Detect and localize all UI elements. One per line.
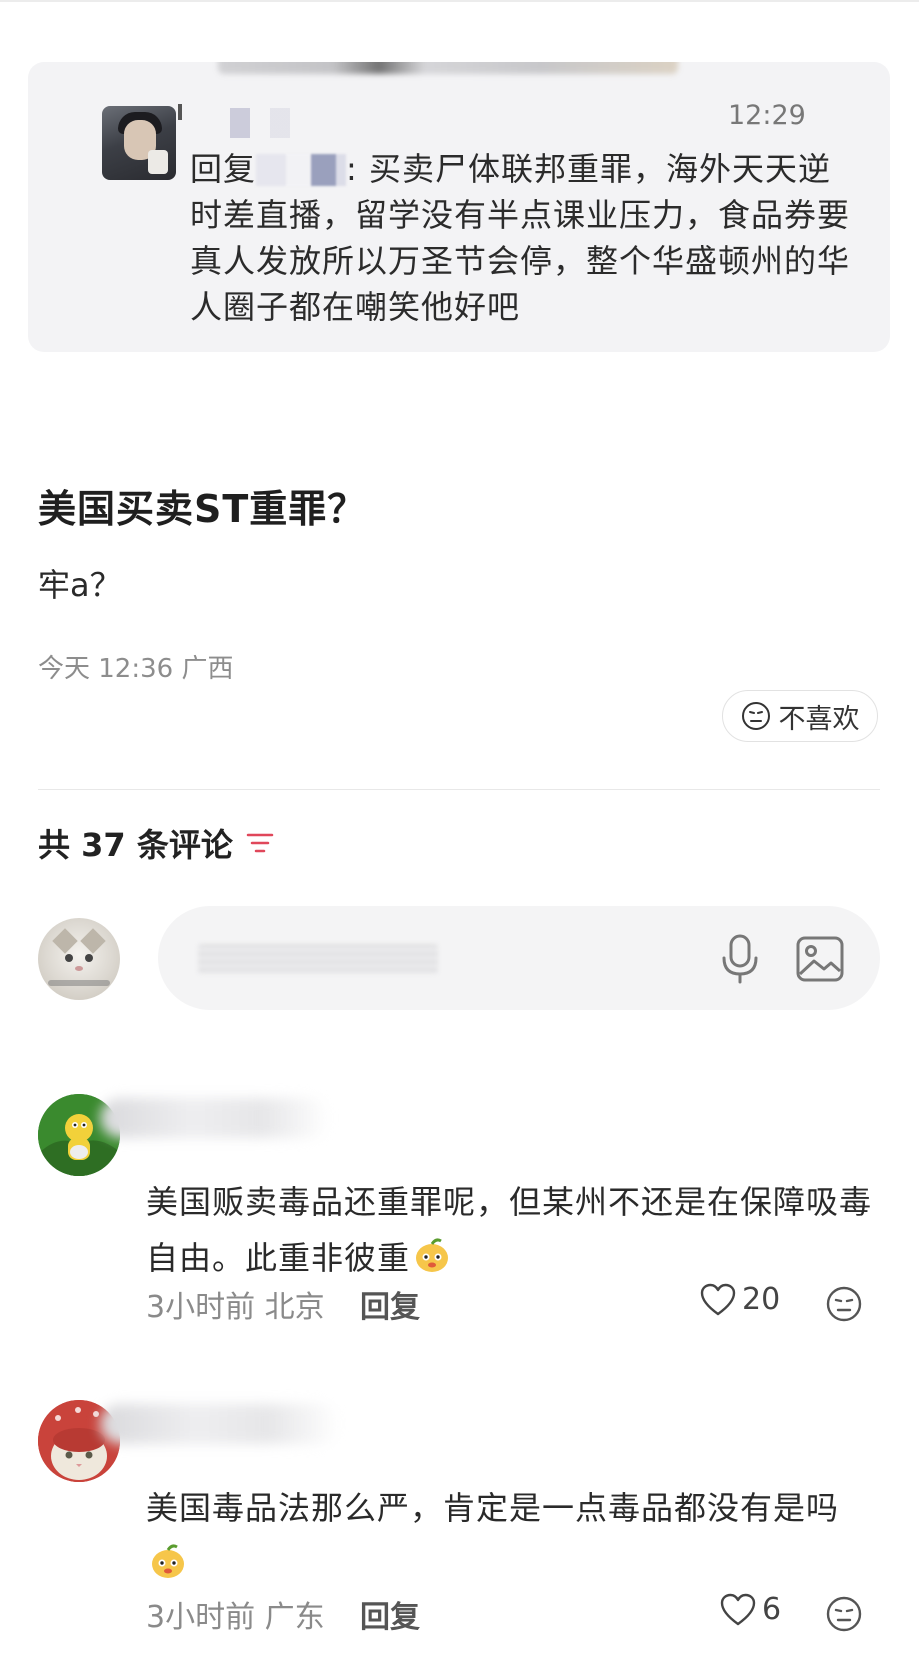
microphone-icon[interactable] [714, 932, 766, 986]
heart-icon [700, 1283, 736, 1315]
quoted-message-time: 12:29 [728, 100, 806, 131]
mango-emoji-icon [416, 1238, 449, 1272]
dislike-face-icon[interactable] [826, 1286, 862, 1322]
quoted-message-text: 回复: 买卖尸体联邦重罪，海外天天逆时差直播，留学没有半点课业压力，食品券要真人… [190, 146, 850, 330]
comment-time-location: 3小时前 广东 [146, 1600, 325, 1635]
quoted-screenshot-card: 12:29 回复: 买卖尸体联邦重罪，海外天天逆时差直播，留学没有半点课业压力，… [28, 62, 890, 352]
post-title: 美国买卖ST重罪？ [38, 487, 367, 531]
dislike-face-icon[interactable] [826, 1596, 862, 1632]
post-body: 牢a？ [38, 566, 122, 604]
comment-input-placeholder [198, 944, 438, 974]
mango-emoji-icon [152, 1544, 184, 1578]
comment-text: 美国贩卖毒品还重罪呢，但某州不还是在保障吸毒自由。此重非彼重 [146, 1174, 876, 1286]
post-meta: 今天 12:36 广西 [38, 654, 234, 684]
like-count: 6 [762, 1592, 782, 1627]
comments-header: 共 37 条评论 [38, 820, 275, 866]
like-button[interactable]: 20 [700, 1282, 780, 1317]
previous-message-fragment [218, 62, 678, 74]
dislike-label: 不喜欢 [778, 703, 860, 735]
image-icon[interactable] [794, 934, 846, 984]
section-divider [38, 789, 880, 790]
comment-time-location: 3小时前 北京 [146, 1290, 325, 1325]
top-divider [0, 0, 919, 2]
comment-input[interactable] [158, 906, 880, 1010]
like-count: 20 [742, 1282, 781, 1317]
quoted-user-name-fragment [178, 104, 182, 120]
reply-prefix: 回复 [190, 150, 257, 188]
like-button[interactable]: 6 [720, 1592, 781, 1627]
quoted-user-avatar [102, 106, 176, 180]
commenter-name-blurred[interactable] [100, 1404, 340, 1444]
commenter-name-blurred[interactable] [100, 1098, 330, 1138]
comment-count: 共 37 条评论 [38, 826, 233, 864]
heart-icon [720, 1593, 756, 1625]
neutral-face-icon [741, 702, 770, 730]
dislike-button[interactable]: 不喜欢 [722, 690, 878, 742]
quoted-user-name-mosaic [190, 108, 320, 138]
comment-text: 美国毒品法那么严，肯定是一点毒品都没有是吗 [146, 1480, 876, 1592]
my-avatar[interactable] [38, 918, 120, 1000]
reply-button[interactable]: 回复 [360, 1282, 420, 1326]
reply-button[interactable]: 回复 [360, 1592, 420, 1636]
comment-text-content: 美国贩卖毒品还重罪呢，但某州不还是在保障吸毒自由。此重非彼重 [146, 1183, 873, 1277]
sort-icon[interactable] [245, 830, 275, 856]
comment-text-content: 美国毒品法那么严，肯定是一点毒品都没有是吗 [146, 1489, 840, 1527]
replied-user-mosaic [256, 154, 347, 186]
